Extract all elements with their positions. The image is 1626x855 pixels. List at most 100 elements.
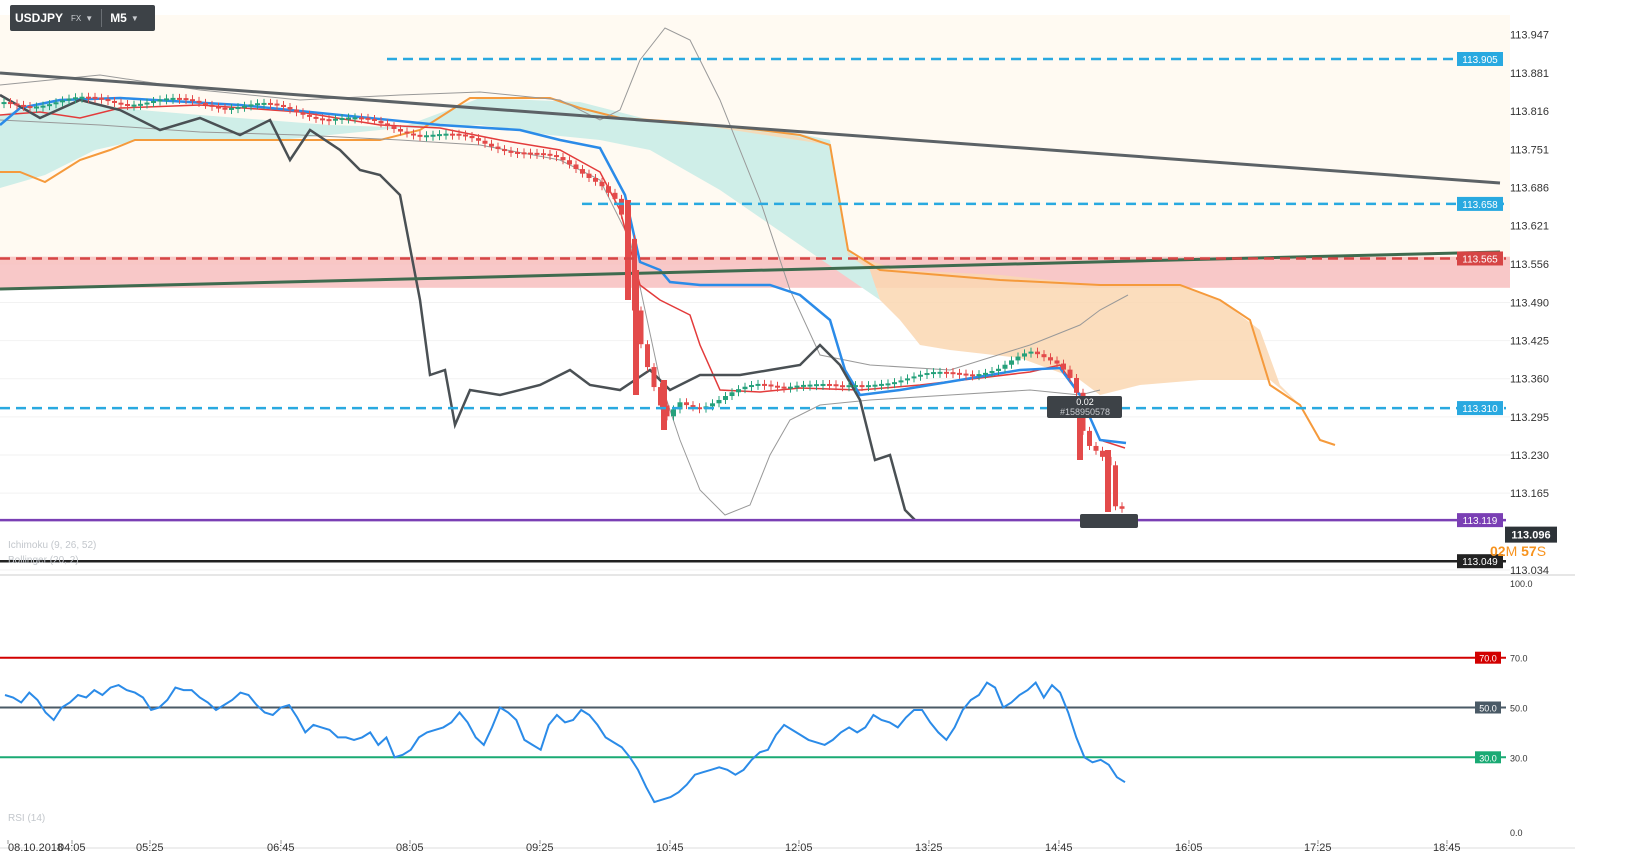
candle-body <box>216 106 221 109</box>
candle-body <box>287 107 293 110</box>
candle-body <box>242 105 247 108</box>
rsi-level-label: 50.0 <box>1479 704 1497 714</box>
symbol-label[interactable]: USDJPY <box>15 11 63 25</box>
candle-body <box>131 104 137 107</box>
candle-body <box>846 385 852 388</box>
candle-body <box>996 368 1001 372</box>
candle-body <box>443 133 449 136</box>
candle-body <box>164 98 169 101</box>
candle-body <box>125 104 130 107</box>
chevron-down-icon[interactable]: ▼ <box>85 14 93 23</box>
candle-body <box>86 96 91 99</box>
candle-body <box>138 103 143 106</box>
price-axis-tick: 113.295 <box>1510 412 1549 424</box>
candle-body <box>710 403 715 407</box>
candle-body <box>411 133 416 136</box>
candle-body <box>53 102 59 105</box>
countdown-seconds: 57 <box>1521 543 1537 559</box>
candle-body <box>398 129 403 132</box>
time-axis-tick: 17:25 <box>1304 842 1332 854</box>
candle-body <box>554 155 559 158</box>
candle-body <box>1087 430 1092 446</box>
timeframe-label[interactable]: M5 <box>110 11 127 25</box>
candle-body <box>963 373 969 376</box>
level-price-label: 113.565 <box>1462 254 1498 265</box>
candle-body <box>794 385 800 388</box>
candle-body <box>970 374 975 377</box>
candle-body <box>1 102 7 105</box>
candle-body <box>300 112 306 115</box>
time-axis-tick: 09:25 <box>526 842 554 854</box>
candle-body <box>112 100 117 103</box>
candle-body <box>222 107 228 110</box>
price-axis-tick: 113.556 <box>1510 259 1549 271</box>
candle-body <box>567 160 572 165</box>
candle-body <box>8 102 13 105</box>
rsi-indicator-label[interactable]: RSI (14) <box>8 813 45 824</box>
candle-body <box>502 149 507 152</box>
countdown-seconds-unit: S <box>1536 543 1547 559</box>
candle-body <box>333 118 338 121</box>
price-axis-tick: 113.425 <box>1510 336 1549 348</box>
candle-body <box>521 152 527 155</box>
candle-body <box>729 392 735 397</box>
candle-body <box>1022 353 1027 357</box>
candle-body <box>21 104 26 107</box>
candle-body <box>118 102 124 105</box>
candle-body <box>788 386 793 389</box>
candle-body <box>495 146 501 150</box>
candle-body <box>593 177 598 182</box>
candle-body <box>274 103 280 106</box>
candle-body <box>580 169 585 174</box>
ichimoku-indicator-label[interactable]: Ichimoku (9, 26, 52) <box>8 540 96 551</box>
candle-body <box>976 374 982 377</box>
candle-body <box>437 134 442 137</box>
candle-body <box>859 385 865 388</box>
candle-body <box>99 97 104 100</box>
candle-body <box>1077 415 1083 460</box>
candle-body <box>599 181 605 187</box>
candle-body <box>898 380 904 383</box>
time-axis-tick: 08.10.2018 <box>8 842 63 854</box>
candle-body <box>105 99 111 102</box>
price-axis-tick: 113.947 <box>1510 29 1549 41</box>
candle-body <box>807 384 813 387</box>
candle-body <box>203 102 208 105</box>
candle-body <box>684 402 689 406</box>
candle-body <box>749 385 754 388</box>
candle-body <box>1028 351 1034 354</box>
toolbar-divider <box>101 9 103 27</box>
time-axis-tick: 08:05 <box>396 842 424 854</box>
rsi-level-label: 30.0 <box>1479 753 1497 763</box>
candle-body <box>879 383 884 386</box>
candle-body <box>911 376 917 379</box>
candle-body <box>320 118 325 121</box>
candle-body <box>248 104 254 107</box>
candle-body <box>482 140 488 144</box>
level-price-label: 113.310 <box>1462 404 1498 415</box>
current-price-marker <box>1080 514 1138 528</box>
candle-body <box>924 373 930 376</box>
chevron-down-icon[interactable]: ▼ <box>131 14 139 23</box>
price-axis-tick: 113.490 <box>1510 297 1549 309</box>
level-price-label: 113.119 <box>1463 516 1498 527</box>
candle-body <box>671 409 676 417</box>
candle-body <box>1015 356 1021 361</box>
countdown-minutes: 02 <box>1490 543 1506 559</box>
candle-body <box>235 107 241 110</box>
candle-body <box>424 135 429 138</box>
candle-body <box>612 192 618 199</box>
bollinger-indicator-label[interactable]: Bollinger (20, 2) <box>8 555 79 566</box>
candle-body <box>489 143 494 147</box>
candle-body <box>79 96 85 99</box>
candle-body <box>833 384 839 387</box>
candle-body <box>40 105 46 108</box>
price-chart[interactable]: 113.905 113.658 113.565 113.310 113.119 113.0… <box>0 0 1626 855</box>
instrument-toolbar[interactable]: USDJPY FX ▼ M5 ▼ <box>10 5 155 31</box>
rsi-axis-tick: 30.0 <box>1510 753 1528 763</box>
candle-body <box>723 396 728 400</box>
candle-body <box>190 99 195 102</box>
candle-body <box>229 107 234 110</box>
candle-body <box>346 117 351 120</box>
candle-body <box>619 198 624 215</box>
